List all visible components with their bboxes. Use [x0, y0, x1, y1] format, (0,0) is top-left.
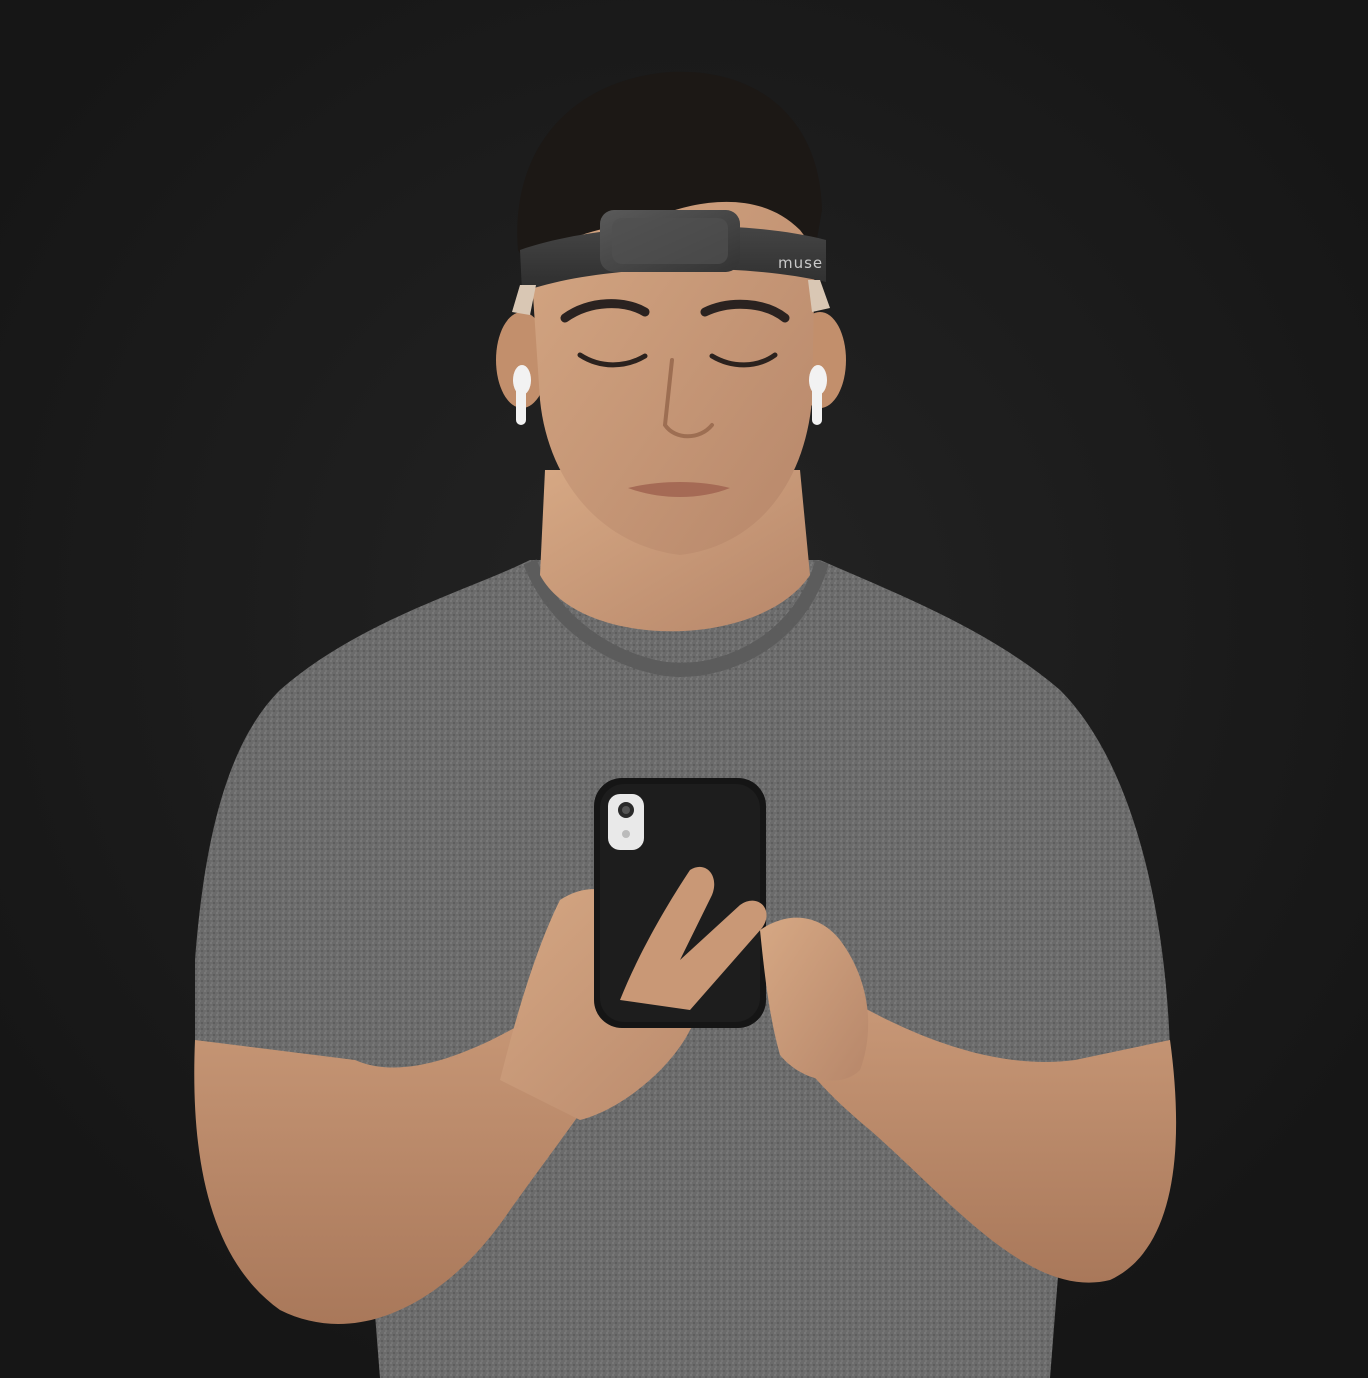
photo: muse: [0, 0, 1368, 1378]
headband-brand-text: muse: [778, 254, 823, 272]
scene-illustration: muse: [0, 0, 1368, 1378]
